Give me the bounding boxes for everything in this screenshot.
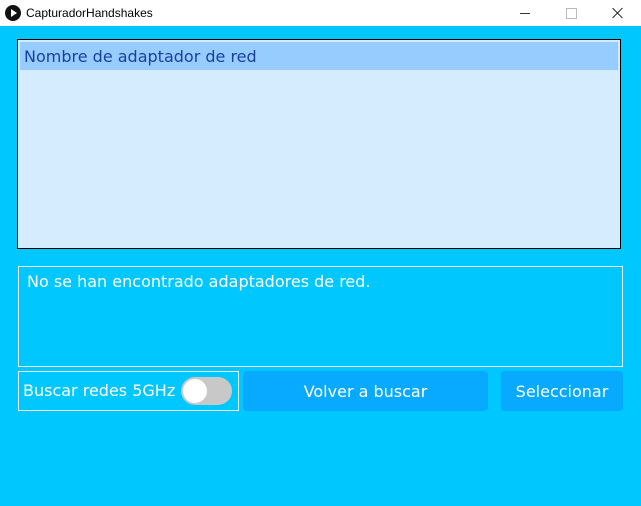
title-bar: CapturadorHandshakes xyxy=(0,0,641,26)
play-circle-icon xyxy=(5,5,21,21)
toggle-knob xyxy=(183,379,207,403)
status-message-box: No se han encontrado adaptadores de red. xyxy=(18,266,623,367)
minimize-icon xyxy=(520,12,530,14)
adapter-list-header[interactable]: Nombre de adaptador de red xyxy=(20,42,618,70)
adapter-list[interactable]: Nombre de adaptador de red xyxy=(17,39,621,249)
window-title: CapturadorHandshakes xyxy=(26,6,153,20)
status-message: No se han encontrado adaptadores de red. xyxy=(27,272,371,291)
maximize-icon xyxy=(565,7,577,19)
select-button[interactable]: Seleccionar xyxy=(501,371,623,411)
search-5ghz-option: Buscar redes 5GHz xyxy=(18,371,239,411)
search-5ghz-label: Buscar redes 5GHz xyxy=(23,381,176,400)
close-icon xyxy=(612,7,624,19)
adapter-list-header-label: Nombre de adaptador de red xyxy=(24,47,257,66)
minimize-button[interactable] xyxy=(502,0,548,26)
maximize-button[interactable] xyxy=(548,0,594,26)
rescan-button[interactable]: Volver a buscar xyxy=(243,371,488,411)
close-button[interactable] xyxy=(595,0,641,26)
search-5ghz-toggle[interactable] xyxy=(181,377,232,405)
